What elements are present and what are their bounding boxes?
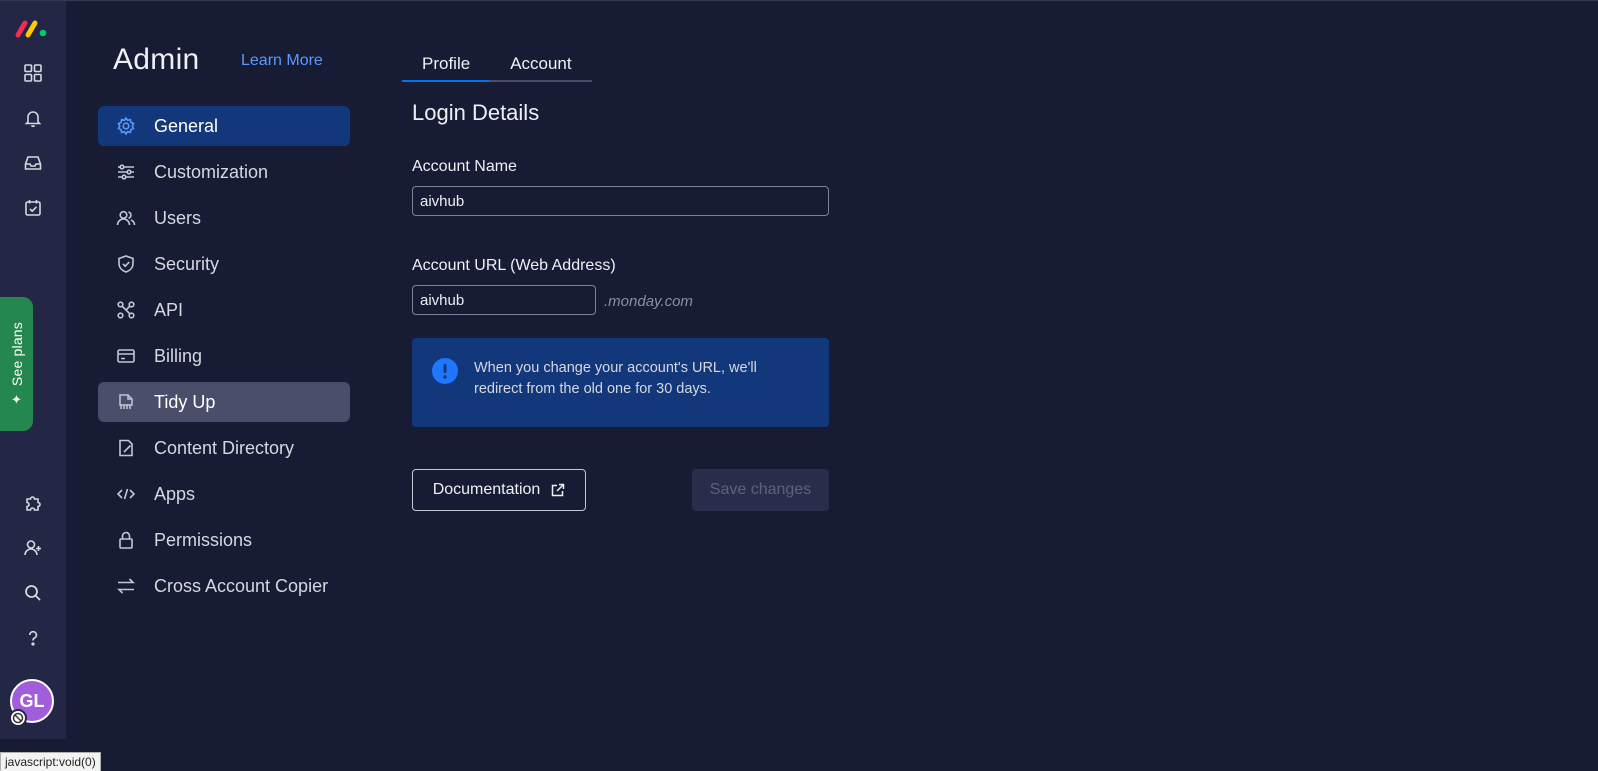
nav-item-label: Tidy Up	[154, 391, 216, 412]
help-icon[interactable]	[17, 622, 49, 654]
section-title: Login Details	[412, 100, 540, 125]
status-badge	[9, 709, 27, 727]
nav-item-label: General	[154, 115, 219, 136]
bell-icon[interactable]	[17, 102, 49, 134]
nav-item-label: Cross Account Copier	[154, 575, 329, 596]
nav-item-apps[interactable]: Apps	[98, 474, 350, 514]
nav-item-label: Users	[154, 207, 202, 228]
nav-item-label: Security	[154, 253, 220, 274]
tab-account[interactable]: Account	[490, 47, 591, 80]
calendar-check-icon[interactable]	[17, 192, 49, 224]
search-icon[interactable]	[17, 577, 49, 609]
nav-item-tidy-up[interactable]: Tidy Up	[98, 382, 350, 422]
nav-item-label: API	[154, 299, 184, 320]
nav-item-billing[interactable]: Billing	[98, 336, 350, 376]
users-icon	[115, 207, 137, 229]
account-name-input[interactable]	[412, 186, 829, 216]
gear-icon	[115, 115, 137, 137]
documentation-label: Documentation	[432, 481, 541, 498]
tab-profile[interactable]: Profile	[402, 47, 491, 82]
nav-item-security[interactable]: Security	[98, 244, 350, 284]
swap-arrows-icon	[115, 575, 137, 597]
nav-item-label: Content Directory	[154, 437, 295, 458]
see-plans-button[interactable]: See plans ✦	[0, 297, 33, 431]
account-url-input[interactable]	[412, 285, 596, 315]
nav-item-label: Permissions	[154, 529, 253, 550]
nav-item-label: Customization	[154, 161, 269, 182]
sliders-icon	[115, 161, 137, 183]
documentation-button[interactable]: Documentation	[412, 469, 586, 511]
monday-logo[interactable]	[14, 17, 50, 39]
learn-more-link[interactable]: Learn More	[241, 52, 323, 70]
inbox-icon[interactable]	[17, 147, 49, 179]
lock-icon	[115, 529, 137, 551]
external-link-icon	[552, 483, 565, 496]
nav-item-general[interactable]: General	[98, 106, 350, 146]
avatar-initials: GL	[19, 690, 45, 711]
puzzle-icon[interactable]	[17, 487, 49, 519]
alert-circle-icon	[432, 358, 458, 384]
nav-item-cross-account-copier[interactable]: Cross Account Copier	[98, 566, 350, 606]
grid-icon[interactable]	[17, 57, 49, 89]
nav-item-permissions[interactable]: Permissions	[98, 520, 350, 560]
info-banner: When you change your account's URL, we'l…	[412, 338, 829, 427]
page-title: Admin	[113, 43, 200, 76]
info-text: When you change your account's URL, we'l…	[474, 360, 757, 397]
status-bar-url: javascript:void(0)	[0, 752, 101, 771]
nav-item-content-directory[interactable]: Content Directory	[98, 428, 350, 468]
see-plans-label: See plans	[8, 322, 25, 387]
api-icon	[115, 299, 137, 321]
content-directory-icon	[115, 437, 137, 459]
app-window: GL See plans ✦ Admin Learn More General	[0, 0, 1598, 771]
nav-item-label: Billing	[154, 345, 203, 366]
add-user-icon[interactable]	[17, 532, 49, 564]
nav-item-users[interactable]: Users	[98, 198, 350, 238]
save-changes-button[interactable]: Save changes	[692, 469, 829, 511]
tidy-up-icon	[115, 391, 137, 413]
credit-card-icon	[115, 345, 137, 367]
nav-item-api[interactable]: API	[98, 290, 350, 330]
code-icon	[115, 483, 137, 505]
shield-icon	[115, 253, 137, 275]
nav-item-label: Apps	[154, 483, 196, 504]
url-suffix: .monday.com	[604, 293, 693, 310]
sparkle-icon: ✦	[11, 391, 22, 407]
account-name-label: Account Name	[412, 158, 517, 175]
account-url-label: Account URL (Web Address)	[412, 257, 616, 274]
admin-nav: General Customization Users Security API…	[98, 106, 350, 612]
nav-item-customization[interactable]: Customization	[98, 152, 350, 192]
tab-bar: Profile Account	[402, 47, 592, 82]
